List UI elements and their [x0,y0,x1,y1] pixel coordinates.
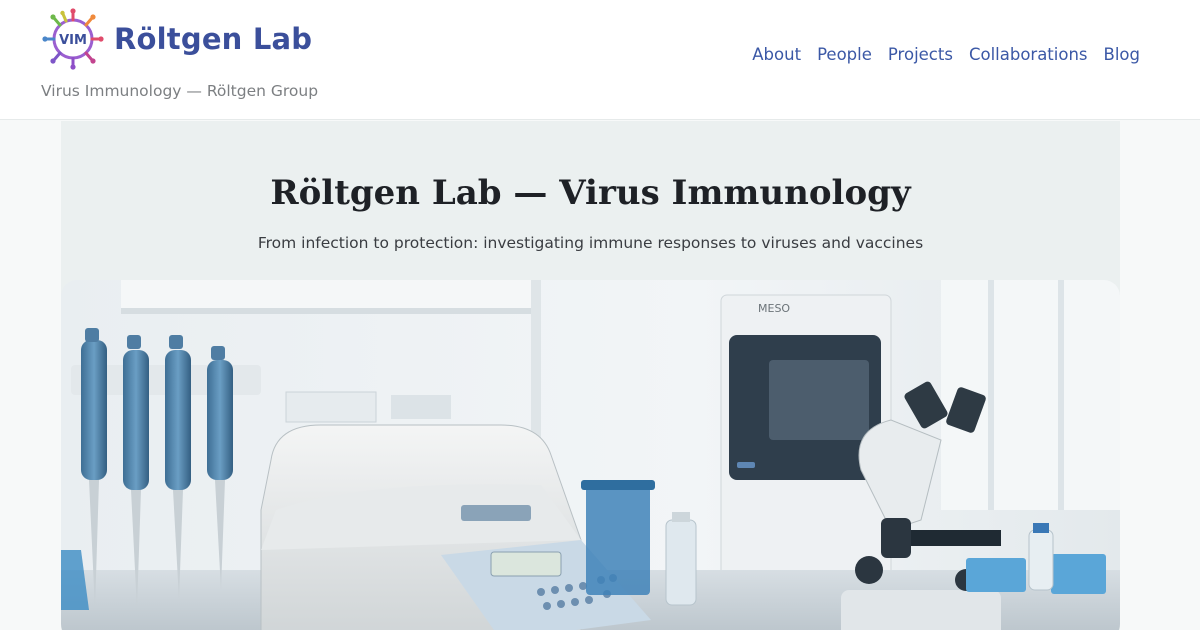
main-nav: About People Projects Collaborations Blo… [736,45,1140,64]
svg-text:VIM: VIM [59,33,87,48]
hero-subtitle: From infection to protection: investigat… [257,234,924,252]
svg-text:MESO: MESO [758,302,790,315]
brand-name[interactable]: Röltgen Lab [114,22,312,56]
nav-link-blog[interactable]: Blog [1104,45,1140,64]
hero-lab-image: MESO [61,280,1120,630]
lab-logo-icon: VIM [42,8,104,70]
nav-link-projects[interactable]: Projects [888,45,953,64]
site-header: VIM Röltgen Lab Virus Immunology — Röltg… [0,0,1200,120]
brand[interactable]: VIM Röltgen Lab [40,6,312,72]
hero-title: Röltgen Lab — Virus Immunology [270,173,911,213]
nav-link-collaborations[interactable]: Collaborations [969,45,1088,64]
site-tagline: Virus Immunology — Röltgen Group [41,82,319,100]
hero-section: Röltgen Lab — Virus Immunology From infe… [61,121,1120,630]
nav-link-about[interactable]: About [752,45,801,64]
nav-link-people[interactable]: People [817,45,872,64]
lab-illustration: MESO [61,280,1120,630]
